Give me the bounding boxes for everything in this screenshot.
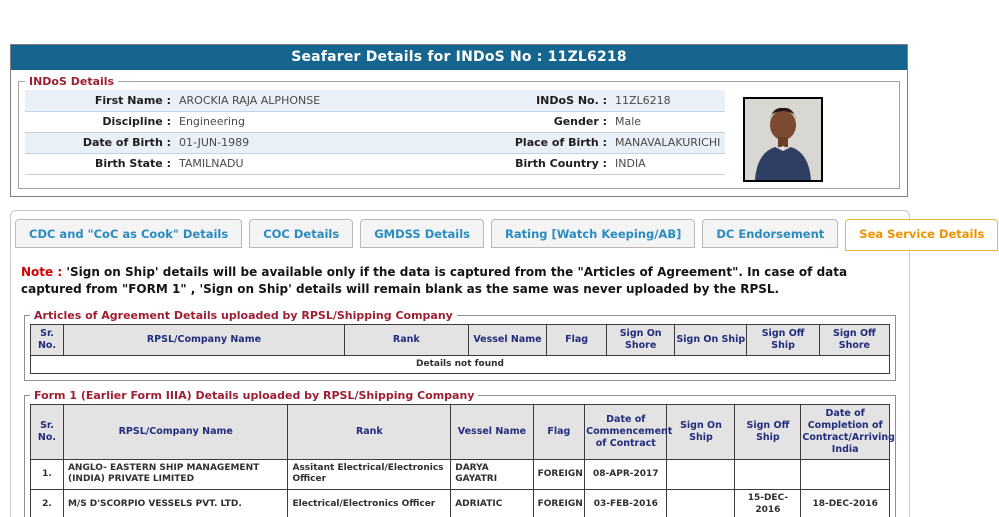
table-row: Date of Birth : 01-JUN-1989 Place of Bir… — [25, 132, 725, 153]
note: Note : 'Sign on Ship' details will be av… — [21, 264, 899, 299]
indos-no-value: 11ZL6218 — [615, 93, 671, 107]
table-row: 2. M/S D'SCORPIO VESSELS PVT. LTD. Elect… — [30, 489, 890, 517]
aoa-col-sign-off-shore: Sign Off Shore — [818, 323, 891, 356]
tab-bar: CDC and "CoC as Cook" Details COC Detail… — [11, 211, 999, 251]
aoa-col-rank: Rank — [343, 323, 469, 356]
indos-details-legend: INDoS Details — [29, 75, 115, 88]
discipline-label: Discipline : — [102, 115, 171, 128]
tab-rating-watch-keeping-ab[interactable]: Rating [Watch Keeping/AB] — [491, 219, 696, 248]
discipline-value: Engineering — [179, 115, 245, 128]
date-completion-cell — [800, 458, 890, 491]
form1-col-date-completion: Date of Completion of Contract/Arriving … — [800, 404, 895, 460]
sign-off-ship-cell: 15-DEC-2016 — [734, 489, 802, 517]
rank-cell: Assitant Electrical/Electronics Officer — [287, 458, 452, 491]
form1-col-flag: Flag — [532, 404, 586, 460]
first-name-label: First Name : — [94, 93, 171, 107]
gender-label: Gender : — [553, 115, 607, 128]
note-text: 'Sign on Ship' details will be available… — [21, 265, 848, 297]
sr-no-cell: 2. — [30, 489, 64, 517]
details-not-found-message: Details not found — [30, 354, 890, 375]
seafarer-photo-image — [745, 99, 821, 180]
company-cell: M/S D'SCORPIO VESSELS PVT. LTD. — [62, 489, 289, 517]
tab-sea-service-details[interactable]: Sea Service Details — [845, 219, 999, 251]
place-of-birth-value: MANAVALAKURICHI — [615, 136, 721, 149]
aoa-table: Sr. No. RPSL/Company Name Rank Vessel Na… — [29, 323, 891, 375]
sign-on-ship-cell — [666, 458, 736, 491]
vessel-cell: ADRIATIC — [450, 489, 534, 517]
form1-table: Sr. No. RPSL/Company Name Rank Vessel Na… — [30, 404, 895, 517]
form1-fieldset: Form 1 (Earlier Form IIIA) Details uploa… — [24, 389, 896, 517]
table-row: Discipline : Engineering Gender : Male — [25, 111, 725, 132]
table-row: First Name : AROCKIA RAJA ALPHONSE INDoS… — [25, 90, 725, 111]
tab-coc-details[interactable]: COC Details — [249, 219, 354, 248]
tab-gmdss-details[interactable]: GMDSS Details — [360, 219, 485, 248]
birth-country-label: Birth Country : — [515, 157, 607, 170]
aoa-col-sign-on-shore: Sign On Shore — [606, 323, 676, 356]
indos-details-table: First Name : AROCKIA RAJA ALPHONSE INDoS… — [25, 90, 725, 175]
form1-col-sr-no: Sr. No. — [30, 404, 64, 460]
vessel-cell: DARYA GAYATRI — [450, 458, 534, 491]
aoa-fieldset: Articles of Agreement Details uploaded b… — [24, 308, 896, 382]
aoa-col-sign-on-ship: Sign On Ship — [674, 323, 748, 356]
page-title: Seafarer Details for INDoS No : 11ZL6218 — [11, 45, 907, 70]
aoa-legend: Articles of Agreement Details uploaded b… — [34, 308, 453, 322]
date-commencement-cell: 03-FEB-2016 — [584, 489, 668, 517]
aoa-col-vessel: Vessel Name — [467, 323, 548, 356]
indos-details-fieldset: INDoS Details First Name : AROCKIA RAJA … — [18, 75, 900, 189]
aoa-col-flag: Flag — [546, 323, 608, 356]
rank-cell: Electrical/Electronics Officer — [287, 489, 452, 517]
table-row: 1. ANGLO- EASTERN SHIP MANAGEMENT (INDIA… — [30, 458, 890, 491]
table-row: Details not found — [30, 354, 890, 375]
flag-cell: FOREIGN — [532, 489, 586, 517]
form1-col-sign-off-ship: Sign Off Ship — [734, 404, 802, 460]
table-row: Birth State : TAMILNADU Birth Country : … — [25, 153, 725, 174]
form1-col-company: RPSL/Company Name — [62, 404, 289, 460]
form1-col-rank: Rank — [287, 404, 452, 460]
table-header-row: Sr. No. RPSL/Company Name Rank Vessel Na… — [29, 323, 891, 356]
form1-col-date-commencement: Date of Commencement of Contract — [584, 404, 672, 460]
date-completion-cell: 18-DEC-2016 — [800, 489, 890, 517]
aoa-col-sign-off-ship: Sign Off Ship — [746, 323, 820, 356]
tab-dc-endorsement[interactable]: DC Endorsement — [702, 219, 839, 248]
company-cell: ANGLO- EASTERN SHIP MANAGEMENT (INDIA) P… — [62, 458, 289, 491]
sign-off-ship-cell — [734, 458, 802, 491]
flag-cell: FOREIGN — [532, 458, 586, 491]
tab-panel: CDC and "CoC as Cook" Details COC Detail… — [10, 210, 999, 517]
birth-state-value: TAMILNADU — [179, 157, 244, 170]
form1-legend: Form 1 (Earlier Form IIIA) Details uploa… — [34, 389, 475, 403]
form1-col-vessel: Vessel Name — [450, 404, 534, 460]
sr-no-cell: 1. — [30, 458, 64, 491]
gender-value: Male — [615, 115, 642, 128]
date-commencement-cell: 08-APR-2017 — [584, 458, 668, 491]
birth-country-value: INDIA — [615, 157, 646, 170]
sign-on-ship-cell — [666, 489, 736, 517]
place-of-birth-label: Place of Birth : — [514, 136, 607, 149]
date-of-birth-value: 01-JUN-1989 — [179, 136, 250, 149]
date-of-birth-label: Date of Birth : — [82, 136, 171, 149]
first-name-value: AROCKIA RAJA ALPHONSE — [179, 93, 321, 107]
seafarer-photo — [743, 97, 823, 182]
indos-no-label: INDoS No. : — [536, 93, 607, 107]
tab-cdc-coc-as-cook-details[interactable]: CDC and "CoC as Cook" Details — [15, 219, 243, 248]
seafarer-details-panel: Seafarer Details for INDoS No : 11ZL6218… — [10, 44, 908, 197]
table-header-row: Sr. No. RPSL/Company Name Rank Vessel Na… — [30, 404, 895, 460]
note-label: Note : — [21, 265, 63, 279]
birth-state-label: Birth State : — [94, 157, 171, 170]
aoa-col-sr-no: Sr. No. — [29, 323, 65, 356]
aoa-col-company: RPSL/Company Name — [63, 323, 345, 356]
form1-col-sign-on-ship: Sign On Ship — [666, 404, 736, 460]
